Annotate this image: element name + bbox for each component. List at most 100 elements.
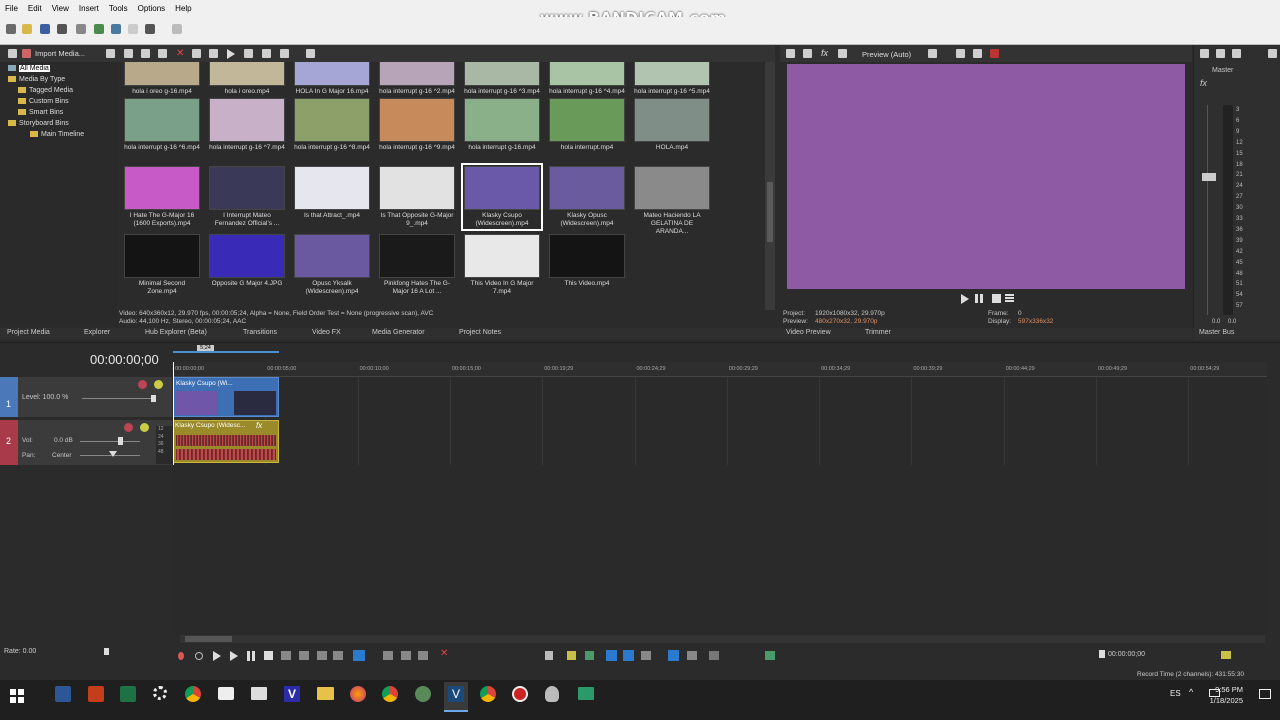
media-thumbnail[interactable]: Pinkfong Hates The G-Major 16 A Lot ... bbox=[379, 234, 455, 296]
powerpoint-icon[interactable] bbox=[88, 686, 104, 702]
master-fader[interactable] bbox=[1202, 173, 1216, 181]
loop-region[interactable] bbox=[173, 351, 279, 353]
region-icon[interactable] bbox=[585, 651, 594, 660]
media-thumbnail[interactable]: Mateo Haciendo LA GELATINA DE ARANDA... bbox=[634, 166, 710, 236]
settings-icon[interactable] bbox=[153, 686, 167, 700]
zoom-tool-icon[interactable] bbox=[418, 651, 428, 660]
vegas-active-task[interactable]: V bbox=[444, 682, 468, 712]
menu-help[interactable]: Help bbox=[170, 4, 196, 13]
file-explorer-icon[interactable] bbox=[317, 687, 334, 700]
media-thumbnail[interactable]: hola interrupt g-16 ^9.mp4 bbox=[379, 98, 455, 152]
level-slider[interactable] bbox=[151, 395, 156, 402]
menu-edit[interactable]: Edit bbox=[23, 4, 47, 13]
split-screen-icon[interactable] bbox=[838, 49, 847, 58]
get-media-icon[interactable] bbox=[124, 49, 133, 58]
go-to-end-icon[interactable] bbox=[299, 651, 309, 660]
media-thumbnail[interactable]: HOLA In G Major 16.mp4 bbox=[294, 62, 370, 96]
tree-item-storyboard-bins[interactable]: Storyboard Bins bbox=[8, 120, 69, 127]
tab-hub-explorer[interactable]: Hub Explorer (Beta) bbox=[145, 329, 207, 336]
timeline-hscroll[interactable] bbox=[180, 635, 1265, 643]
tree-item-smart-bins[interactable]: Smart Bins bbox=[18, 109, 63, 116]
grid-icon[interactable] bbox=[928, 49, 937, 58]
tab-video-preview[interactable]: Video Preview bbox=[786, 329, 831, 336]
envelope-tool-icon[interactable] bbox=[383, 651, 393, 660]
audio-track-header[interactable]: 2 Vol: 0.0 dB Pan: Center 12 24 36 48 bbox=[0, 420, 174, 465]
preview-quality-dropdown[interactable]: Preview (Auto) bbox=[862, 50, 911, 59]
media-thumbnail[interactable]: hola interrupt g-16 ^7.mp4 bbox=[209, 98, 285, 152]
pause-icon[interactable] bbox=[247, 651, 250, 661]
next-frame-icon[interactable] bbox=[333, 651, 343, 660]
stop-icon[interactable] bbox=[264, 651, 273, 660]
solo-icon[interactable] bbox=[154, 380, 163, 389]
video-fx-icon[interactable]: fx bbox=[821, 48, 828, 58]
color-icon[interactable] bbox=[990, 49, 999, 58]
refresh-icon[interactable] bbox=[158, 49, 167, 58]
rate-slider[interactable] bbox=[104, 648, 109, 655]
go-to-start-icon[interactable] bbox=[281, 651, 291, 660]
media-thumbnail[interactable]: Is That Opposite G-Major 9_.mp4 bbox=[379, 166, 455, 228]
media-thumbnail[interactable]: This Video In G Major 7.mp4 bbox=[464, 234, 540, 296]
lock-envelopes-icon[interactable] bbox=[687, 651, 697, 660]
tab-explorer[interactable]: Explorer bbox=[84, 329, 110, 336]
media-app-icon[interactable] bbox=[350, 686, 366, 702]
stop-icon[interactable] bbox=[244, 49, 253, 58]
media-view-icon[interactable] bbox=[8, 49, 17, 58]
app-icon-3[interactable] bbox=[578, 687, 594, 700]
save-snapshot-icon[interactable] bbox=[973, 49, 982, 58]
previous-frame-icon[interactable] bbox=[317, 651, 327, 660]
bandicam-icon[interactable] bbox=[512, 686, 528, 702]
menu-tools[interactable]: Tools bbox=[104, 4, 133, 13]
tree-item-all-media[interactable]: All Media bbox=[8, 65, 50, 72]
media-thumbnail[interactable]: hola interrupt.mp4 bbox=[549, 98, 625, 152]
master-fx-icon[interactable]: fx bbox=[1200, 78, 1207, 88]
solo-icon[interactable] bbox=[140, 423, 149, 432]
record-icon[interactable] bbox=[178, 652, 184, 660]
excel-icon[interactable] bbox=[120, 686, 136, 702]
pause-icon[interactable] bbox=[975, 294, 978, 303]
media-thumbnail[interactable]: Klasky Csupo (Widescreen).mp4 bbox=[461, 163, 543, 231]
media-thumbnail[interactable]: HOLA.mp4 bbox=[634, 98, 710, 152]
gear-icon[interactable] bbox=[786, 49, 795, 58]
auto-crossfade-icon[interactable] bbox=[641, 651, 651, 660]
clock-time[interactable]: 9:56 PM bbox=[1207, 685, 1243, 694]
auto-preview-icon[interactable] bbox=[262, 49, 271, 58]
paste-icon[interactable] bbox=[128, 24, 138, 34]
downmix-icon[interactable] bbox=[1232, 49, 1241, 58]
open-icon[interactable] bbox=[22, 24, 32, 34]
hscroll-thumb[interactable] bbox=[185, 636, 232, 642]
loop-icon[interactable] bbox=[195, 652, 203, 660]
new-icon[interactable] bbox=[6, 24, 16, 34]
selection-tool-icon[interactable] bbox=[401, 651, 411, 660]
properties-icon[interactable] bbox=[76, 24, 86, 34]
remove-icon[interactable]: ✕ bbox=[176, 48, 184, 59]
photos-icon[interactable] bbox=[251, 687, 267, 700]
media-thumbnail[interactable]: Opusc Yksalk (Widescreen).mp4 bbox=[294, 234, 370, 296]
camera-icon[interactable] bbox=[218, 687, 234, 700]
video-track-header[interactable]: 1 Level: 100.0 % bbox=[0, 377, 172, 417]
normal-edit-tool-icon[interactable] bbox=[353, 650, 365, 661]
windows-start-icon[interactable] bbox=[10, 689, 24, 703]
enable-snapping-icon[interactable] bbox=[623, 650, 634, 661]
extract-audio-icon[interactable] bbox=[141, 49, 150, 58]
menu-file[interactable]: File bbox=[0, 4, 23, 13]
media-thumbnail[interactable]: hola interrupt g-16 ^2.mp4 bbox=[379, 62, 455, 96]
external-monitor-icon[interactable] bbox=[803, 49, 812, 58]
tab-master-bus[interactable]: Master Bus bbox=[1199, 329, 1234, 336]
scrollbar-thumb[interactable] bbox=[767, 182, 773, 242]
tray-chevron-icon[interactable]: ^ bbox=[1189, 687, 1193, 697]
video-clip[interactable]: Klasky Csupo (Wi... bbox=[173, 377, 279, 417]
redo-icon[interactable] bbox=[172, 24, 182, 34]
play-from-start-icon[interactable] bbox=[213, 651, 221, 661]
vegas-icon[interactable]: V bbox=[284, 686, 300, 702]
media-scrollbar[interactable] bbox=[765, 62, 775, 310]
media-thumbnail[interactable]: Is that Attract_.mp4 bbox=[294, 166, 370, 220]
copy-snapshot-icon[interactable] bbox=[956, 49, 965, 58]
tree-item-main-timeline[interactable]: Main Timeline bbox=[30, 131, 84, 138]
menu-view[interactable]: View bbox=[47, 4, 74, 13]
chrome-icon-3[interactable] bbox=[480, 686, 496, 702]
dim-icon[interactable] bbox=[1268, 49, 1277, 58]
audio-clip[interactable]: Klasky Csupo (Widesc... fx bbox=[173, 420, 279, 463]
audio-fx-icon[interactable]: fx bbox=[256, 421, 262, 430]
media-thumbnail[interactable]: I Hate The G-Major 16 (1600 Exports).mp4 bbox=[124, 166, 200, 228]
media-thumbnail[interactable]: Minimal Second Zone.mp4 bbox=[124, 234, 200, 296]
